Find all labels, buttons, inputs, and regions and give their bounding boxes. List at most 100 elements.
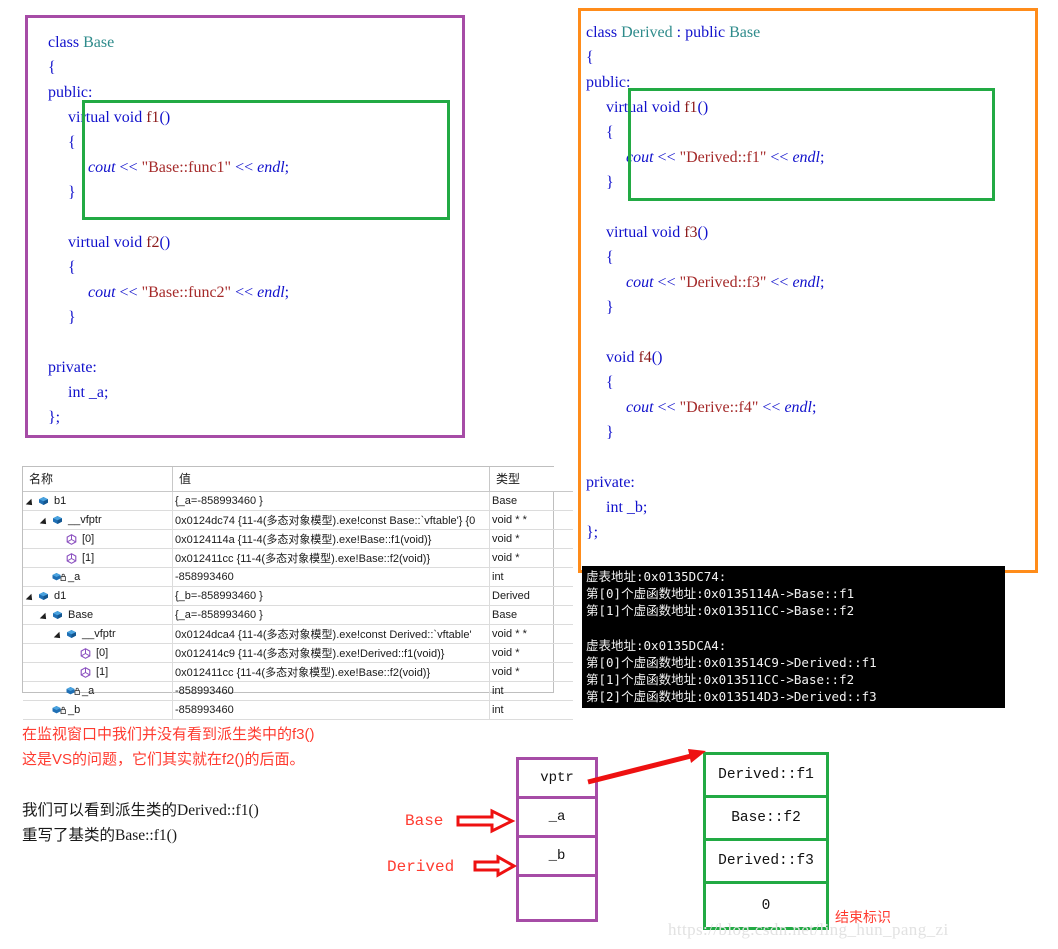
code-line: int _a; — [48, 380, 462, 405]
watch-row-value-cell[interactable]: 0x012411cc {11-4(多态对象模型).exe!Base::f2(vo… — [172, 548, 490, 568]
code-token: { — [586, 124, 614, 141]
watch-row-type-cell: int — [489, 681, 573, 701]
watch-row-name-cell[interactable]: b1 — [23, 491, 173, 511]
code-token: << — [653, 274, 680, 291]
code-token: ; — [284, 159, 290, 176]
code-line: class Derived : public Base — [586, 20, 1035, 45]
watch-row[interactable]: [1] 0x012411cc {11-4(多态对象模型).exe!Base::f2… — [23, 662, 573, 682]
watch-row-name-cell[interactable]: d1 — [23, 586, 173, 606]
code-token: cout — [626, 149, 654, 166]
watch-row-value-cell[interactable]: 0x012411cc {11-4(多态对象模型).exe!Base::f2(vo… — [172, 662, 490, 682]
watch-row[interactable]: Base {_a=-858993460 } Base — [23, 605, 573, 625]
base-pointer-arrow — [456, 808, 516, 834]
expand-arrow-icon[interactable] — [41, 611, 50, 620]
code-token: << — [115, 284, 142, 301]
code-token: public — [586, 74, 626, 91]
watch-row-value-cell[interactable]: 0x0124dca4 {11-4(多态对象模型).exe!const Deriv… — [172, 624, 490, 644]
watch-row-name-cell[interactable]: [0] — [23, 643, 173, 663]
watch-row[interactable]: __vfptr 0x0124dca4 {11-4(多态对象模型).exe!cons… — [23, 624, 573, 644]
watch-window[interactable]: 名称 值 类型 b1 {_a=-858993460 } Base __vfptr 0x0… — [22, 466, 573, 720]
watch-row[interactable]: _a -858993460 int — [23, 567, 573, 587]
code-token: << — [766, 149, 793, 166]
watch-row-label: d1 — [54, 590, 67, 602]
watch-row[interactable]: [0] 0x0124114a {11-4(多态对象模型).exe!Base::f1… — [23, 529, 573, 549]
watch-row-value-cell[interactable]: -858993460 — [172, 681, 490, 701]
watch-row-name-cell[interactable]: Base — [23, 605, 173, 625]
watch-row-name-cell[interactable]: [1] — [23, 662, 173, 682]
watch-row-value-cell[interactable]: {_a=-858993460 } — [172, 605, 490, 625]
watch-row-value-cell[interactable]: {_a=-858993460 } — [172, 491, 490, 511]
code-token: _a — [88, 384, 104, 401]
column-header-type[interactable]: 类型 — [489, 467, 573, 492]
watch-row-value-cell[interactable]: 0x0124114a {11-4(多态对象模型).exe!Base::f1(vo… — [172, 529, 490, 549]
watch-row-label: _b — [68, 704, 81, 716]
watch-row[interactable]: __vfptr 0x0124dc74 {11-4(多态对象模型).exe!cons… — [23, 510, 573, 530]
code-line: { — [48, 255, 462, 280]
code-line: } — [586, 420, 1035, 445]
pointer-hex-icon — [66, 533, 77, 545]
column-header-value[interactable]: 值 — [172, 467, 490, 492]
vtable-slot-derived-f1: Derived::f1 — [706, 755, 826, 798]
watch-row[interactable]: _b -858993460 int — [23, 700, 573, 720]
expand-arrow-icon[interactable] — [27, 497, 36, 506]
watch-row-value-cell[interactable]: -858993460 — [172, 700, 490, 720]
code-line: { — [586, 245, 1035, 270]
vtable-slot-base-f2: Base::f2 — [706, 798, 826, 841]
code-token: { — [48, 134, 76, 151]
code-line: } — [48, 305, 462, 330]
code-token: ; — [820, 149, 825, 166]
watch-row[interactable]: [0] 0x012414c9 {11-4(多态对象模型).exe!Derived:… — [23, 643, 573, 663]
watch-row[interactable]: d1 {_b=-858993460 } Derived — [23, 586, 573, 606]
watch-row-name-cell[interactable]: _a — [23, 681, 173, 701]
code-token: int — [606, 499, 627, 516]
watch-row-type-cell: void * — [489, 529, 573, 549]
watch-row[interactable]: [1] 0x012411cc {11-4(多态对象模型).exe!Base::f2… — [23, 548, 573, 568]
watch-row[interactable]: b1 {_a=-858993460 } Base — [23, 491, 573, 511]
code-token: public — [48, 84, 88, 101]
code-line: cout << "Base::func1" << endl; — [48, 155, 462, 180]
watch-row-value-cell[interactable]: -858993460 — [172, 567, 490, 587]
watch-row-value-cell[interactable]: 0x012414c9 {11-4(多态对象模型).exe!Derived::f1… — [172, 643, 490, 663]
code-token: << — [653, 149, 680, 166]
code-token: private — [48, 359, 93, 376]
code-token: Base — [83, 34, 115, 51]
watch-row-label: Base — [68, 609, 94, 621]
watch-row-type-cell: Base — [489, 491, 573, 511]
watch-row-name-cell[interactable]: __vfptr — [23, 510, 173, 530]
diagram-label-derived: Derived — [387, 858, 455, 876]
watch-row-name-cell[interactable]: _a — [23, 567, 173, 587]
watch-row-name-cell[interactable]: __vfptr — [23, 624, 173, 644]
watch-row-name-cell[interactable]: [0] — [23, 529, 173, 549]
code-token: cout — [88, 284, 116, 301]
code-token: { — [586, 49, 594, 66]
watch-row-value-cell[interactable]: {_b=-858993460 } — [172, 586, 490, 606]
watch-row-type-cell: void * — [489, 643, 573, 663]
watch-row-type-cell: Derived — [489, 586, 573, 606]
watch-row[interactable]: _a -858993460 int — [23, 681, 573, 701]
code-token: () — [159, 109, 171, 126]
watch-row-label: __vfptr — [82, 628, 116, 640]
watch-row-name-cell[interactable]: _b — [23, 700, 173, 720]
object-slot-b: _b — [519, 838, 595, 877]
watch-row-name-cell[interactable]: [1] — [23, 548, 173, 568]
code-line: virtual void f3() — [586, 220, 1035, 245]
expand-arrow-icon[interactable] — [27, 592, 36, 601]
code-line: int _b; — [586, 495, 1035, 520]
base-class-code-block: class Base{public: virtual void f1() { c… — [25, 15, 465, 438]
code-token: f1 — [146, 109, 160, 126]
expand-arrow-icon[interactable] — [41, 516, 50, 525]
derived-class-code-block: class Derived : public Base {public: virt… — [578, 8, 1038, 573]
watch-row-type-cell: int — [489, 700, 573, 720]
code-token: } — [48, 309, 76, 326]
watch-row-value-cell[interactable]: 0x0124dc74 {11-4(多态对象模型).exe!const Base:… — [172, 510, 490, 530]
column-header-name[interactable]: 名称 — [23, 467, 173, 492]
expand-arrow-icon[interactable] — [55, 630, 64, 639]
